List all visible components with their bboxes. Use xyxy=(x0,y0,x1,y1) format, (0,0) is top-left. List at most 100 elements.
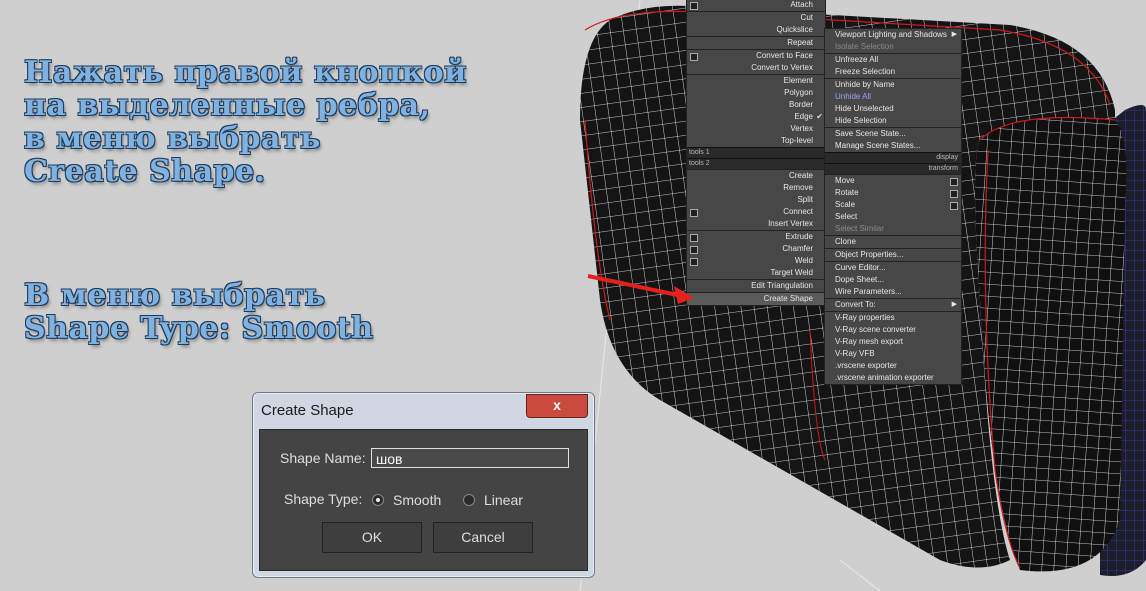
menu-item-v-ray-mesh-export[interactable]: V-Ray mesh export xyxy=(825,336,961,348)
menu-item-unfreeze-all[interactable]: Unfreeze All xyxy=(825,53,961,66)
menu-item-label: Scale xyxy=(835,200,856,209)
menu-item-label: Chamfer xyxy=(782,244,813,253)
menu-item-label: .vrscene exporter xyxy=(835,361,897,370)
menu-item-scale[interactable]: Scale xyxy=(825,199,961,211)
menu-item-chamfer[interactable]: Chamfer xyxy=(687,243,825,255)
menu-item-wire-parameters[interactable]: Wire Parameters... xyxy=(825,286,961,298)
menu-item-label: V-Ray VFB xyxy=(835,349,875,358)
menu-item-quickslice[interactable]: Quickslice xyxy=(687,24,825,36)
menu-item-polygon[interactable]: Polygon xyxy=(687,87,825,99)
quad-menu-title-bar: tools 1 xyxy=(687,147,825,158)
menu-item-dope-sheet[interactable]: Dope Sheet... xyxy=(825,274,961,286)
menu-item-remove[interactable]: Remove xyxy=(687,182,825,194)
menu-item-v-ray-scene-converter[interactable]: V-Ray scene converter xyxy=(825,324,961,336)
instruction-line: Shape Type: Smooth xyxy=(24,311,374,346)
menu-item-element[interactable]: Element xyxy=(687,74,825,87)
settings-box-icon[interactable] xyxy=(690,209,698,217)
menu-item-label: Convert To: xyxy=(835,300,876,309)
linear-option-label[interactable]: Linear xyxy=(484,492,523,508)
settings-box-icon[interactable] xyxy=(690,258,698,266)
menu-item-label: Top-level xyxy=(780,136,813,145)
menu-item-split[interactable]: Split xyxy=(687,194,825,206)
menu-item-weld[interactable]: Weld xyxy=(687,255,825,267)
instruction-line: В меню выбрать xyxy=(24,278,326,313)
submenu-arrow-icon: ▶ xyxy=(951,31,957,38)
menu-item-label: Unhide by Name xyxy=(835,80,895,89)
menu-item-edge[interactable]: Edge ✔ xyxy=(687,111,825,123)
settings-box-icon[interactable] xyxy=(690,246,698,254)
quad-menu-title-bar: tools 2 xyxy=(687,158,825,169)
quad-menu-title-bar: transform xyxy=(825,163,961,174)
menu-item-label: Border xyxy=(788,100,813,109)
menu-item-freeze-selection[interactable]: Freeze Selection xyxy=(825,66,961,78)
linear-radio[interactable] xyxy=(463,494,475,506)
menu-item-label: Create Shape xyxy=(763,294,813,303)
settings-box-icon[interactable] xyxy=(950,202,958,210)
menu-item-unhide-by-name[interactable]: Unhide by Name xyxy=(825,78,961,91)
menu-item-create-shape[interactable]: Create Shape xyxy=(687,292,825,305)
menu-item-select[interactable]: Select xyxy=(825,211,961,223)
menu-item-target-weld[interactable]: Target Weld xyxy=(687,267,825,279)
menu-item-border[interactable]: Border xyxy=(687,99,825,111)
menu-item-label: Quickslice xyxy=(776,25,813,34)
shape-name-input[interactable]: шов xyxy=(371,448,569,468)
menu-item-vrscene-exporter[interactable]: .vrscene exporter xyxy=(825,360,961,372)
menu-item-object-properties[interactable]: Object Properties... xyxy=(825,248,961,261)
menu-item-hide-selection[interactable]: Hide Selection xyxy=(825,115,961,127)
menu-item-vrscene-animation-exporter[interactable]: .vrscene animation exporter xyxy=(825,372,961,384)
menu-item-convert-to-vertex[interactable]: Convert to Vertex xyxy=(687,62,825,74)
menu-item-convert-to-face[interactable]: Convert to Face xyxy=(687,49,825,62)
menu-item-save-scene-state[interactable]: Save Scene State... xyxy=(825,127,961,140)
menu-item-label: Polygon xyxy=(784,88,813,97)
menu-item-edit-triangulation[interactable]: Edit Triangulation xyxy=(687,279,825,292)
menu-item-label: Repeat xyxy=(787,38,813,47)
menu-item-unhide-all[interactable]: Unhide All xyxy=(825,91,961,103)
menu-item-insert-vertex[interactable]: Insert Vertex xyxy=(687,218,825,230)
menu-item-curve-editor[interactable]: Curve Editor... xyxy=(825,261,961,274)
menu-item-vertex[interactable]: Vertex xyxy=(687,123,825,135)
cancel-button[interactable]: Cancel xyxy=(433,522,533,553)
menu-item-label: Unfreeze All xyxy=(835,55,879,64)
ok-button[interactable]: OK xyxy=(322,522,422,553)
menu-item-move[interactable]: Move xyxy=(825,174,961,187)
quad-menu-display-transform: Viewport Lighting and Shadows ▶ Isolate Se… xyxy=(824,28,962,385)
menu-item-rotate[interactable]: Rotate xyxy=(825,187,961,199)
menu-item-create[interactable]: Create xyxy=(687,169,825,182)
menu-item-convert-to[interactable]: Convert To: ▶ xyxy=(825,298,961,311)
menu-item-cut[interactable]: Cut xyxy=(687,11,825,24)
settings-box-icon[interactable] xyxy=(690,53,698,61)
create-shape-dialog: Create Shape x Shape Name: шов Shape Typ… xyxy=(252,392,595,578)
menu-item-label: Edit Triangulation xyxy=(751,281,813,290)
close-button[interactable]: x xyxy=(526,394,588,418)
menu-item-manage-scene-states[interactable]: Manage Scene States... xyxy=(825,140,961,152)
menu-item-top-level[interactable]: Top-level xyxy=(687,135,825,147)
dialog-body: Shape Name: шов Shape Type: Smooth Linea… xyxy=(259,429,588,571)
menu-item-label: Hide Unselected xyxy=(835,104,894,113)
settings-box-icon[interactable] xyxy=(690,234,698,242)
menu-item-connect[interactable]: Connect xyxy=(687,206,825,218)
instruction-line: в меню выбрать xyxy=(24,121,321,156)
menu-item-v-ray-vfb[interactable]: V-Ray VFB xyxy=(825,348,961,360)
smooth-option-label[interactable]: Smooth xyxy=(393,492,441,508)
checkmark-icon: ✔ xyxy=(816,112,823,121)
menu-item-attach[interactable]: Attach xyxy=(687,0,825,11)
red-arrow-icon xyxy=(587,274,694,304)
menu-item-clone[interactable]: Clone xyxy=(825,235,961,248)
menu-item-v-ray-properties[interactable]: V-Ray properties xyxy=(825,311,961,324)
smooth-radio[interactable] xyxy=(372,494,384,506)
instruction-line: Create Shape. xyxy=(24,154,266,189)
menu-item-extrude[interactable]: Extrude xyxy=(687,230,825,243)
menu-item-viewport-lighting-and-shadows[interactable]: Viewport Lighting and Shadows ▶ xyxy=(825,29,961,41)
menu-item-label: Move xyxy=(835,176,855,185)
settings-box-icon[interactable] xyxy=(950,190,958,198)
menu-item-label: Vertex xyxy=(790,124,813,133)
menu-item-repeat[interactable]: Repeat xyxy=(687,36,825,49)
menu-item-label: Rotate xyxy=(835,188,859,197)
settings-box-icon[interactable] xyxy=(950,178,958,186)
menu-item-label: Split xyxy=(797,195,813,204)
menu-item-label: Convert to Vertex xyxy=(751,63,813,72)
menu-item-label: Unhide All xyxy=(835,92,872,101)
settings-box-icon[interactable] xyxy=(690,2,698,10)
instruction-line: Нажать правой кнопкой xyxy=(24,55,467,90)
menu-item-hide-unselected[interactable]: Hide Unselected xyxy=(825,103,961,115)
